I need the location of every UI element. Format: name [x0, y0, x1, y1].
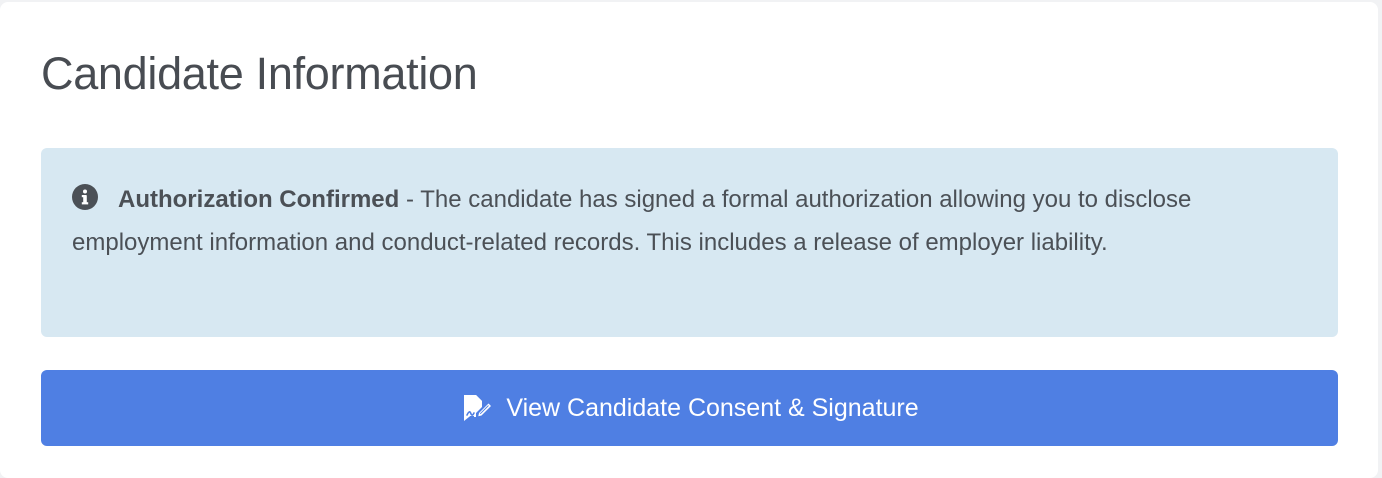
info-circle-icon	[72, 184, 98, 210]
alert-separator: -	[399, 186, 421, 213]
view-consent-button-label: View Candidate Consent & Signature	[506, 393, 919, 422]
card-title: Candidate Information	[41, 48, 478, 99]
file-signature-icon	[464, 395, 492, 421]
authorization-alert: Authorization Confirmed - The candidate …	[41, 148, 1338, 337]
candidate-information-card: Candidate Information Authorization Conf…	[0, 2, 1378, 478]
alert-text: Authorization Confirmed - The candidate …	[72, 178, 1308, 264]
alert-heading: Authorization Confirmed	[118, 186, 400, 213]
view-consent-button[interactable]: View Candidate Consent & Signature	[41, 370, 1338, 446]
